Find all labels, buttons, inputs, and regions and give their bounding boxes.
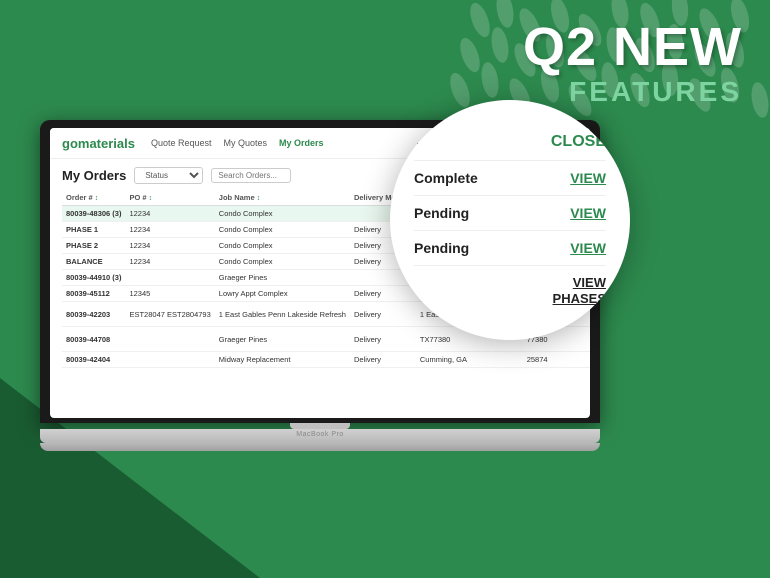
magnify-row-2: Pending VIEW xyxy=(414,196,606,231)
sort-icon-job: ↕ xyxy=(257,195,261,202)
sort-icon-order: ↕ xyxy=(95,195,99,202)
cell-po xyxy=(125,327,214,352)
magnify-circle: - CLOSE Complete VIEW Pending VIEW Pendi… xyxy=(390,100,630,340)
cell-po: 12345 xyxy=(125,286,214,302)
cell-job: Graeger Pines xyxy=(215,327,350,352)
laptop-base xyxy=(40,429,600,443)
cell-order: PHASE 2 xyxy=(62,238,125,254)
cell-order: BALANCE xyxy=(62,254,125,270)
status-filter[interactable]: Status Complete Pending xyxy=(134,167,203,184)
magnify-status-complete: Complete xyxy=(414,170,478,186)
cell-po xyxy=(125,270,214,286)
magnify-status-pending-1: Pending xyxy=(414,205,469,221)
cell-address: Cumming, GA xyxy=(416,352,523,368)
magnify-action-view-2[interactable]: VIEW xyxy=(570,205,606,221)
col-job: Job Name ↕ xyxy=(215,190,350,206)
cell-po: 12234 xyxy=(125,206,214,222)
cell-order: 80039-48306 (3) xyxy=(62,206,125,222)
laptop-foot xyxy=(40,443,600,451)
page-title: My Orders xyxy=(62,168,126,183)
laptop: gomaterials Quote Request My Quotes My O… xyxy=(40,120,600,451)
magnify-action-view-3[interactable]: VIEW xyxy=(570,240,606,256)
app-logo: gomaterials xyxy=(62,136,135,151)
cell-po: EST28047 EST2804793 xyxy=(125,302,214,327)
cell-job: Midway Replacement xyxy=(215,352,350,368)
cell-delivery: Delivery xyxy=(350,352,416,368)
cell-zip: 25874 xyxy=(523,352,590,368)
cell-job: Condo Complex xyxy=(215,222,350,238)
cell-order: 80039-44708 xyxy=(62,327,125,352)
nav-my-orders[interactable]: My Orders xyxy=(279,138,324,148)
col-order: Order # ↕ xyxy=(62,190,125,206)
magnify-row-0: - CLOSE xyxy=(414,124,606,161)
cell-po: 12234 xyxy=(125,254,214,270)
cell-order: 80039-42404 xyxy=(62,352,125,368)
nav-my-quotes[interactable]: My Quotes xyxy=(224,138,268,148)
headline-q2: Q2 NEW xyxy=(523,18,742,77)
nav-links: Quote Request My Quotes My Orders xyxy=(151,138,324,148)
magnify-action-view-1[interactable]: VIEW xyxy=(570,170,606,186)
cell-order: PHASE 1 xyxy=(62,222,125,238)
cell-delivery: Delivery xyxy=(350,286,416,302)
magnify-row-3: Pending VIEW xyxy=(414,231,606,266)
sort-icon-po: ↕ xyxy=(149,195,153,202)
cell-delivery: Delivery xyxy=(350,327,416,352)
cell-order: 80039-42203 xyxy=(62,302,125,327)
cell-job: Condo Complex xyxy=(215,238,350,254)
cell-po xyxy=(125,352,214,368)
cell-job: Graeger Pines xyxy=(215,270,350,286)
cell-job: 1 East Gables Penn Lakeside Refresh xyxy=(215,302,350,327)
cell-order: 80039-45112 xyxy=(62,286,125,302)
nav-quote-request[interactable]: Quote Request xyxy=(151,138,212,148)
search-input[interactable] xyxy=(211,168,291,183)
magnify-row-1: Complete VIEW xyxy=(414,161,606,196)
cell-job: Condo Complex xyxy=(215,254,350,270)
cell-job: Lowry Appt Complex xyxy=(215,286,350,302)
headline-block: Q2 NEW FEATURES xyxy=(523,18,742,108)
col-po: PO # ↕ xyxy=(125,190,214,206)
magnify-row-4: VIEWPHASES xyxy=(414,266,606,315)
logo-go: go xyxy=(62,136,78,151)
headline-features: FEATURES xyxy=(523,77,742,108)
cell-order: 80039-44910 (3) xyxy=(62,270,125,286)
table-row: 80039-42404 Midway ReplacementDeliveryCum… xyxy=(62,352,590,368)
cell-po: 12234 xyxy=(125,238,214,254)
cell-job: Condo Complex xyxy=(215,206,350,222)
cell-delivery: Delivery xyxy=(350,302,416,327)
logo-materials: materials xyxy=(78,136,135,151)
magnify-status-pending-2: Pending xyxy=(414,240,469,256)
cell-po: 12234 xyxy=(125,222,214,238)
